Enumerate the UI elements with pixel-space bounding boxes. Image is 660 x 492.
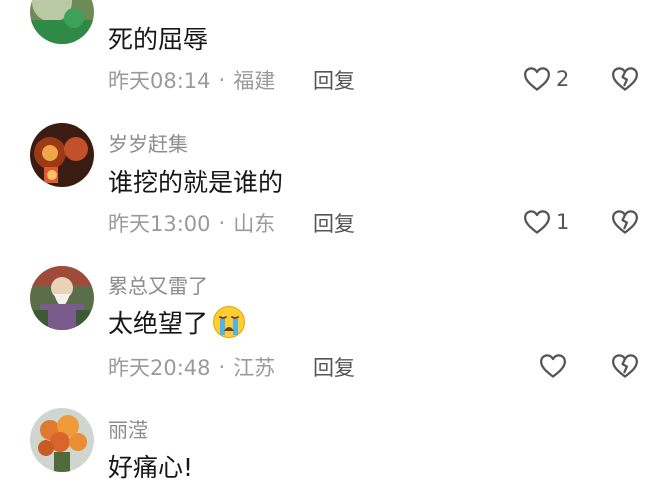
like-count: 1 (556, 210, 570, 234)
avatar-image (30, 408, 94, 472)
like-count: 2 (556, 67, 570, 91)
avatar-image (30, 0, 94, 44)
comment-text: 谁挖的就是谁的 (108, 168, 284, 197)
comment-meta: 昨天20:48 · 江苏 (108, 352, 275, 382)
reply-button[interactable]: 回复 (313, 208, 355, 238)
dislike-button[interactable] (610, 351, 640, 381)
comment-feed: 死的屈辱 昨天08:14 · 福建 回复 2 岁岁赶集 谁挖的就是谁的 昨天13… (0, 0, 660, 492)
like-button[interactable] (538, 351, 572, 381)
avatar[interactable] (30, 123, 94, 187)
like-button[interactable]: 2 (522, 64, 569, 94)
dislike-button[interactable] (610, 64, 640, 94)
meta-separator: · (218, 68, 226, 92)
loudly-crying-face-icon (213, 306, 246, 338)
comment-location: 山东 (233, 212, 276, 236)
avatar-image (30, 123, 94, 187)
dislike-button[interactable] (610, 207, 640, 237)
comment-time: 昨天20:48 (108, 356, 211, 380)
like-button[interactable]: 1 (522, 207, 569, 237)
comment-meta: 昨天13:00 · 山东 (108, 208, 275, 238)
reply-button[interactable]: 回复 (313, 65, 355, 95)
username[interactable]: 累总又雷了 (108, 270, 208, 299)
broken-heart-icon (612, 354, 638, 378)
heart-icon (524, 67, 550, 91)
comment-location: 福建 (233, 69, 276, 93)
username[interactable]: 丽滢 (108, 414, 148, 443)
username[interactable]: 岁岁赶集 (108, 128, 188, 157)
avatar[interactable] (30, 408, 94, 472)
heart-icon (540, 354, 566, 378)
comment-text: 好痛心! (108, 453, 194, 482)
avatar[interactable] (30, 0, 94, 44)
heart-icon (524, 210, 550, 234)
comment-time: 昨天08:14 (108, 69, 211, 93)
meta-separator: · (218, 355, 226, 379)
comment-text: 死的屈辱 (108, 25, 209, 54)
comment-meta: 昨天08:14 · 福建 (108, 65, 275, 95)
meta-separator: · (218, 211, 226, 235)
broken-heart-icon (612, 210, 638, 234)
comment-text: 太绝望了 (108, 304, 246, 340)
avatar[interactable] (30, 266, 94, 330)
broken-heart-icon (612, 67, 638, 91)
comment-location: 江苏 (233, 356, 276, 380)
avatar-image (30, 266, 94, 330)
comment-time: 昨天13:00 (108, 212, 211, 236)
reply-button[interactable]: 回复 (313, 352, 355, 382)
